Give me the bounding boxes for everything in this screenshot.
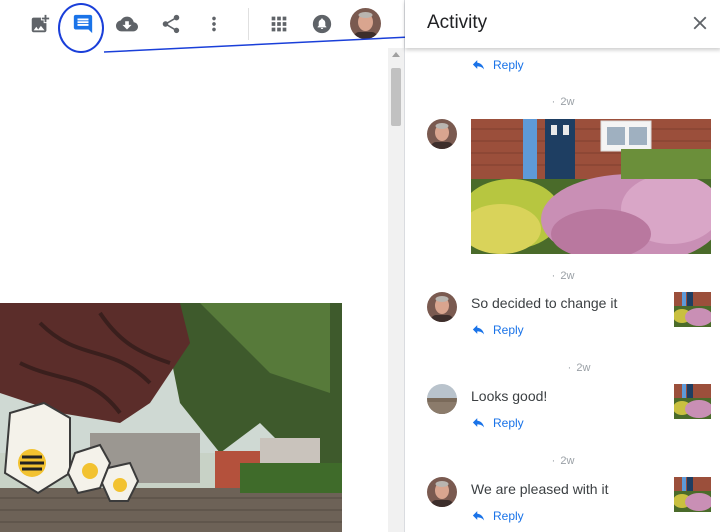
user-avatar[interactable] (427, 477, 457, 507)
timestamp: · 2w (551, 96, 575, 108)
activity-header: Activity (405, 0, 720, 48)
download-button[interactable] (109, 6, 145, 42)
reply-icon (472, 418, 485, 428)
shared-photo[interactable] (471, 119, 711, 254)
photo-thumbnail[interactable] (674, 384, 711, 419)
comment-text: So decided to change it (471, 295, 618, 311)
toolbar-divider (248, 8, 249, 40)
main-photo-image (0, 303, 342, 532)
reply-icon (472, 511, 485, 521)
more-options-button[interactable] (196, 6, 232, 42)
viewer-toolbar (0, 0, 404, 53)
comment-text: We are pleased with it (471, 481, 609, 497)
apps-button[interactable] (261, 6, 297, 42)
panel-title: Activity (427, 12, 488, 33)
reply-label: Reply (493, 57, 524, 72)
comments-button[interactable] (65, 6, 101, 42)
reply-label: Reply (493, 322, 524, 337)
photo-thumbnail-image (674, 384, 711, 419)
activity-panel: Activity Reply · 2w · 2w So decided to c… (404, 0, 720, 532)
reply-link[interactable]: Reply (471, 322, 524, 337)
avatar-image (427, 384, 457, 414)
reply-label: Reply (493, 508, 524, 523)
close-icon (693, 16, 707, 30)
avatar-image (427, 292, 457, 322)
comment-icon (73, 14, 93, 34)
photo-thumbnail[interactable] (674, 477, 711, 512)
scrollbar-thumb[interactable] (391, 68, 401, 126)
notifications-icon (312, 14, 332, 34)
add-photo-icon (31, 14, 50, 33)
user-avatar[interactable] (427, 292, 457, 322)
reply-label: Reply (493, 415, 524, 430)
reply-icon (472, 60, 485, 70)
scroll-up-arrow[interactable] (392, 52, 400, 57)
reply-link[interactable]: Reply (471, 508, 524, 523)
avatar-image (350, 8, 381, 39)
timestamp: · 2w (551, 455, 575, 467)
reply-link[interactable]: Reply (471, 415, 524, 430)
avatar-image (427, 119, 457, 149)
share-button[interactable] (153, 6, 189, 42)
more-vert-icon (212, 16, 216, 32)
account-avatar[interactable] (350, 8, 381, 39)
notifications-button[interactable] (304, 6, 340, 42)
timestamp: · 2w (567, 362, 591, 374)
avatar-image (427, 477, 457, 507)
photo-viewer (0, 0, 404, 532)
user-avatar[interactable] (427, 384, 457, 414)
photo-thumbnail-image (674, 477, 711, 512)
apps-grid-icon (271, 16, 287, 32)
close-button[interactable] (687, 10, 713, 36)
download-icon (116, 16, 138, 32)
photo-thumbnail[interactable] (674, 292, 711, 327)
add-to-album-button[interactable] (22, 6, 58, 42)
photo-thumbnail-image (674, 292, 711, 327)
main-photo (0, 303, 342, 532)
comment-text: Looks good! (471, 388, 548, 404)
reply-link[interactable]: Reply (471, 57, 524, 72)
share-icon (162, 14, 180, 34)
user-avatar[interactable] (427, 119, 457, 149)
timestamp: · 2w (551, 270, 575, 282)
reply-icon (472, 325, 485, 335)
shared-photo-image (471, 119, 711, 254)
